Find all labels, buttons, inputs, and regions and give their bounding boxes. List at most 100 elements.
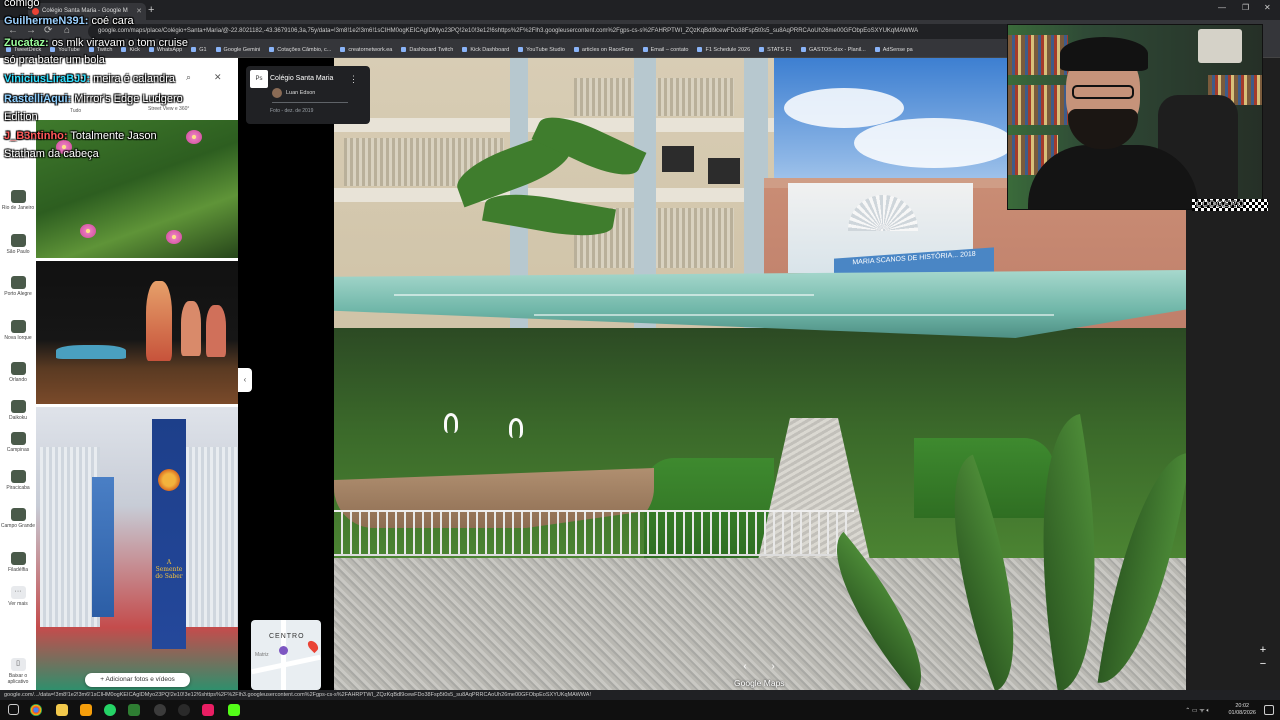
swan-statue — [509, 418, 523, 438]
blue-curtain — [92, 477, 114, 617]
photo-school-gym[interactable]: A Semente do Saber — [36, 407, 238, 690]
clock[interactable]: 20:02 01/08/2026 — [1228, 703, 1256, 717]
close-window-icon[interactable]: ✕ — [1264, 3, 1271, 12]
app-icon[interactable] — [178, 704, 190, 716]
maximize-icon[interactable]: ❐ — [1242, 3, 1249, 12]
bookmark-item[interactable]: GASTOS.xlsx - Planil... — [801, 47, 866, 53]
sun-mural-icon — [848, 195, 918, 231]
more-options-icon[interactable]: ⋮ — [349, 74, 358, 85]
chrome-icon[interactable] — [30, 704, 42, 716]
bookshelf — [1008, 35, 1068, 75]
rail-item[interactable]: Campo Grande — [0, 508, 36, 529]
sun-logo-icon — [158, 469, 180, 491]
photo-date: Foto - dez. de 2019 — [270, 108, 314, 114]
new-tab-icon[interactable]: + — [148, 4, 154, 16]
status-bar-url: google.com/.../data=!3m8!1e2!3m6!1sCIHM0… — [0, 690, 1280, 700]
ludgero-logo: LUDGERO — [1196, 199, 1245, 210]
location-pin-icon — [305, 638, 321, 654]
previous-photo-icon[interactable]: ‹ — [738, 660, 752, 674]
school-banner: A Semente do Saber — [152, 419, 186, 649]
app-icon[interactable] — [202, 704, 214, 716]
air-conditioner — [662, 146, 694, 172]
tab-street-view[interactable]: Street View e 360° — [148, 106, 189, 112]
place-thumbnail — [10, 234, 26, 247]
photo-dance-performance[interactable] — [36, 261, 238, 404]
rail-item[interactable]: Porto Alegre — [0, 276, 36, 297]
rail-item[interactable]: ··· Ver mais — [0, 586, 36, 607]
chat-text: comigo — [4, 0, 40, 9]
flower — [80, 224, 96, 238]
tab-close-icon[interactable]: ✕ — [136, 7, 142, 15]
rail-item[interactable]: Filadélfia — [0, 552, 36, 573]
collapse-panel-icon[interactable]: ‹ — [238, 368, 252, 392]
close-icon[interactable]: ✕ — [214, 72, 222, 83]
minimap-sublabel: Matriz — [255, 652, 269, 658]
chat-username: Zucataz: — [4, 37, 49, 49]
chat-text: só pra bater um bola — [4, 54, 105, 66]
rail-item[interactable]: Campinas — [0, 432, 36, 453]
bookmark-item[interactable]: creatornetwork.ea — [340, 47, 392, 53]
photo-author[interactable]: Luan Edson — [286, 90, 315, 96]
rail-item[interactable]: Orlando — [0, 362, 36, 383]
bookshelf — [1008, 85, 1068, 125]
rail-item-label: Orlando — [9, 377, 27, 383]
zoom-out-icon[interactable]: − — [1257, 658, 1269, 670]
rail-item[interactable]: Daikoku — [0, 400, 36, 421]
place-thumbnail[interactable]: Ps — [250, 70, 268, 88]
app-icon[interactable] — [80, 704, 92, 716]
google-maps-watermark: Google Maps — [734, 678, 785, 688]
bookmark-item[interactable]: articles on RaceFans — [574, 47, 634, 53]
chat-message: Statham da cabeça — [4, 147, 99, 161]
notifications-icon[interactable] — [1264, 705, 1274, 715]
bookmark-item[interactable]: F1 Schedule 2026 — [697, 47, 750, 53]
rail-item-label: Campinas — [6, 447, 30, 453]
rail-item[interactable]: ▯ Baixar o aplicativo — [0, 658, 36, 685]
minimize-icon[interactable]: — — [1218, 3, 1226, 12]
chat-message: RastelliAqui: Mirror's Edge Ludgero — [4, 92, 183, 106]
garden-fence — [334, 510, 854, 556]
search-icon[interactable]: ⌕ — [186, 72, 191, 83]
dancer — [146, 281, 172, 361]
bookmark-item[interactable]: AdSense pa — [875, 47, 913, 53]
author-avatar — [272, 88, 282, 98]
rail-item[interactable]: Rio de Janeiro — [0, 190, 36, 211]
spotify-icon[interactable] — [128, 704, 140, 716]
canopy-rib — [534, 314, 1054, 316]
rail-item[interactable]: Piracicaba — [0, 470, 36, 491]
banner-text: A Semente do Saber — [155, 559, 183, 580]
place-thumbnail — [10, 470, 26, 483]
file-explorer-icon[interactable] — [56, 704, 68, 716]
chat-username: ViniciusLiraBJJ: — [4, 73, 90, 85]
app-icon[interactable] — [154, 704, 166, 716]
tab-all[interactable]: Tudo — [70, 108, 81, 114]
bookmark-item[interactable]: STATS F1 — [759, 47, 792, 53]
bookmark-item[interactable]: Cotações Câmbio, c... — [269, 47, 331, 53]
air-conditioner — [708, 158, 740, 184]
system-tray[interactable]: ⌃ ▭ ᯤ 🔈︎ — [1185, 706, 1210, 715]
black-cap — [1060, 37, 1148, 71]
screen: Colégio Santa Maria - Google M ✕ + — ❐ ✕… — [0, 0, 1280, 720]
rail-item-label: Baixar o aplicativo — [7, 673, 29, 685]
place-name[interactable]: Colégio Santa Maria — [270, 75, 333, 82]
bookmark-item[interactable]: Dashboard Twitch — [401, 47, 453, 53]
chat-text: os mlk viravam o tom cruise — [51, 37, 188, 49]
add-photos-videos-button[interactable]: + Adicionar fotos e vídeos — [85, 673, 190, 687]
zoom-in-icon[interactable]: + — [1257, 644, 1269, 656]
place-thumbnail — [10, 190, 26, 203]
bookmark-item[interactable]: YouTube Studio — [518, 47, 565, 53]
bookmark-item[interactable]: Email – contato — [643, 47, 689, 53]
chat-text: Mirror's Edge Ludgero — [74, 93, 183, 105]
kick-icon[interactable] — [228, 704, 240, 716]
whatsapp-icon[interactable] — [104, 704, 116, 716]
bookmark-item[interactable]: G1 — [191, 47, 206, 53]
start-icon[interactable] — [8, 704, 19, 715]
bookmark-item[interactable]: Kick Dashboard — [462, 47, 509, 53]
bookmark-item[interactable]: Google Gemini — [216, 47, 261, 53]
place-thumbnail — [10, 276, 26, 289]
rail-item[interactable]: Nova Iorque — [0, 320, 36, 341]
address-bar[interactable]: google.com/maps/place/Colégio+Santa+Mari… — [88, 24, 1018, 39]
rail-item[interactable]: São Paulo — [0, 234, 36, 255]
minimap[interactable]: CENTRO Matriz — [251, 620, 321, 690]
next-photo-icon[interactable]: › — [766, 660, 780, 674]
chat-username: GuilhermeN391: — [4, 15, 89, 27]
